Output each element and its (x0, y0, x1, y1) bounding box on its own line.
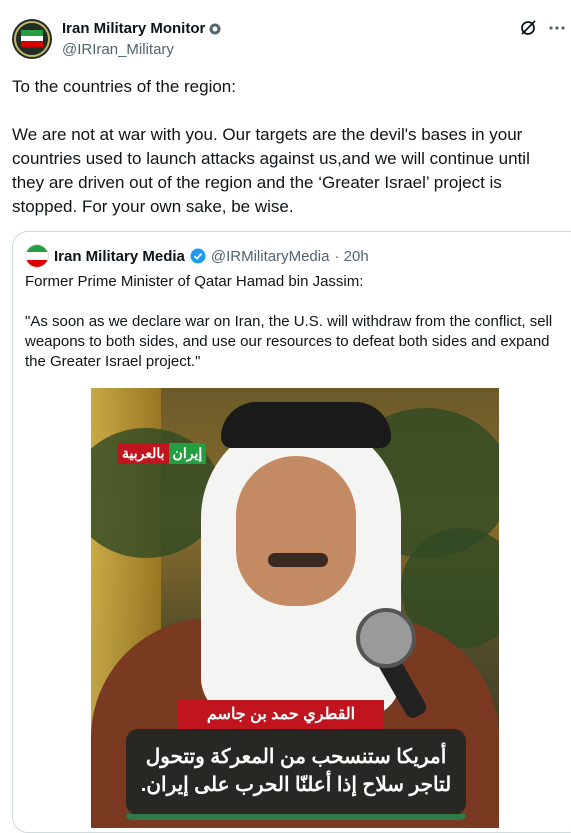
microphone-icon (356, 608, 416, 668)
quote-author-name: Iran Military Media (54, 247, 185, 265)
grok-icon[interactable] (519, 19, 537, 37)
quote-text: Former Prime Minister of Qatar Hamad bin… (25, 273, 553, 370)
quote-handle: @IRMilitaryMedia (210, 247, 330, 265)
quote-time: · 20h (334, 247, 369, 265)
iran-flag-icon (21, 30, 43, 47)
more-icon[interactable] (549, 20, 565, 36)
verified-badge-icon (190, 248, 206, 264)
avatar[interactable] (12, 19, 52, 59)
author-name[interactable]: Iran Military Monitor (62, 20, 205, 37)
name-band: القطري حمد بن جاسم (178, 700, 384, 730)
post-text: To the countries of the region: We are n… (12, 77, 530, 216)
image-caption: أمريكا ستنسحب من المعركة وتتحول لتاجر سل… (126, 729, 466, 815)
quote-avatar (25, 244, 49, 268)
author-handle[interactable]: @IRIran_Military (62, 41, 174, 58)
gov-badge-icon (209, 23, 221, 34)
quoted-post[interactable]: Iran Military Media @IRMilitaryMedia · 2… (12, 231, 571, 833)
channel-logo: بالعربية إيران (118, 443, 207, 464)
quote-image[interactable]: بالعربية إيران القطري حمد بن جاسم أمريكا… (91, 388, 499, 828)
